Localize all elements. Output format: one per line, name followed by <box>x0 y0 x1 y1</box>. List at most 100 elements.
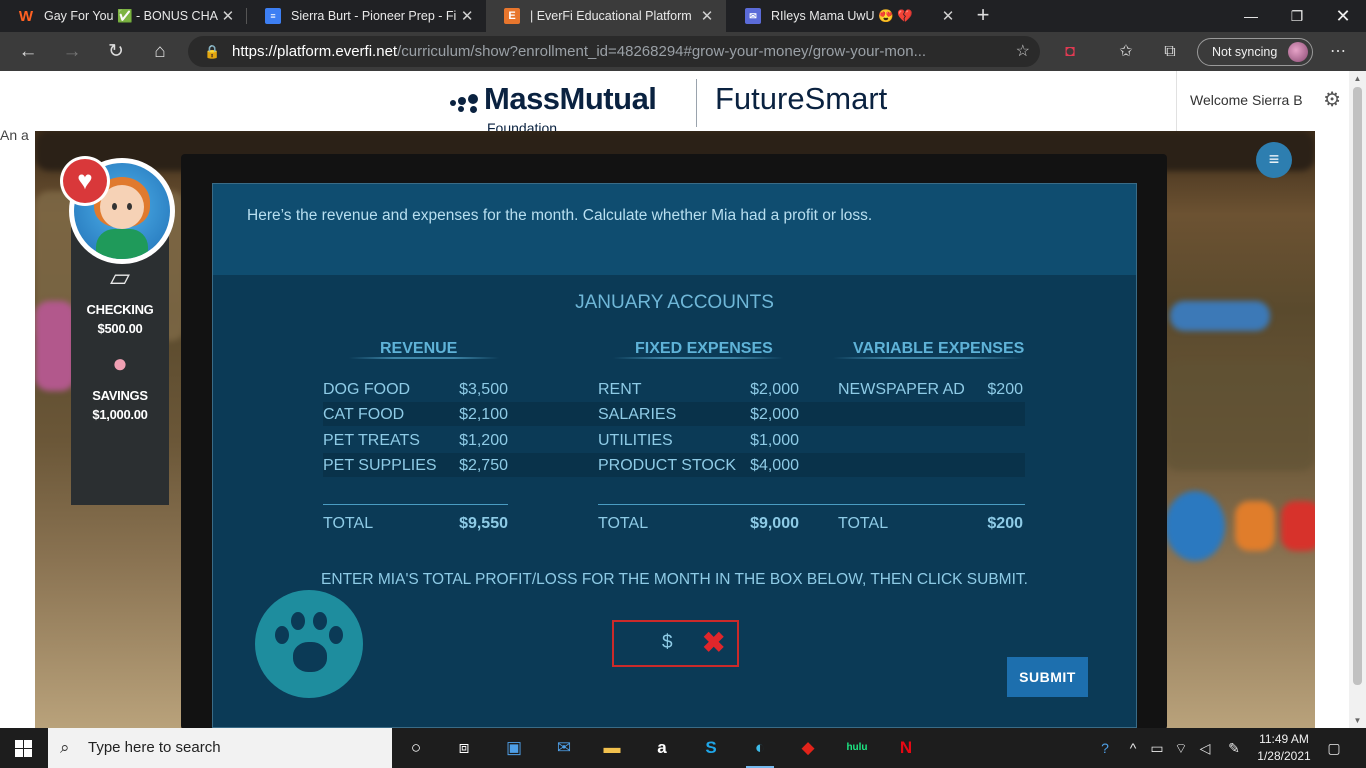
everfi-icon: E <box>504 8 520 24</box>
network-icon[interactable]: ⌔ <box>1170 728 1192 768</box>
address-bar[interactable]: 🔒 https://platform.everfi.net/curriculum… <box>188 36 1040 67</box>
piggy-bank-icon: ● <box>112 348 128 378</box>
home-icon[interactable]: ⌂ <box>144 36 176 68</box>
fixed-expense-label: SALARIES <box>598 406 677 423</box>
variable-expense-value: $200 <box>987 381 1023 398</box>
notifications-icon[interactable]: ▢ <box>1320 728 1348 768</box>
file-explorer-icon[interactable]: ▬ <box>592 732 632 764</box>
close-tab-icon[interactable]: ✕ <box>457 7 477 25</box>
url-host: https://platform.everfi.net <box>232 43 398 60</box>
fixed-expenses-heading: FIXED EXPENSES <box>635 340 773 357</box>
more-menu-icon[interactable]: ⋯ <box>1326 40 1350 64</box>
close-tab-icon[interactable]: ✕ <box>218 7 238 25</box>
hulu-icon[interactable]: hulu <box>837 732 877 764</box>
background-product <box>1281 501 1315 551</box>
background-product <box>1235 501 1275 551</box>
scroll-up-icon[interactable]: ▲ <box>1349 74 1366 83</box>
tab-title: Gay For You ✅ - BONUS CHAPT <box>44 8 218 23</box>
profile-sync-button[interactable]: Not syncing <box>1197 38 1313 66</box>
add-favorite-icon[interactable]: ☆ <box>1016 36 1030 67</box>
background-shelf <box>1165 361 1315 471</box>
collections-icon[interactable]: ⧉ <box>1158 40 1182 64</box>
fixed-expense-label: UTILITIES <box>598 432 673 449</box>
variable-total-label: TOTAL <box>838 515 889 532</box>
browser-tab-mail[interactable]: ✉ RIleys Mama UwU 😍 💔 ✕ <box>727 0 967 32</box>
background-product <box>35 301 75 391</box>
browser-tab-everfi[interactable]: E | EverFi Educational Platform ✕ <box>486 0 726 32</box>
close-window-icon[interactable]: ✕ <box>1320 0 1366 32</box>
accounts-screen: Here’s the revenue and expenses for the … <box>212 183 1137 728</box>
minimize-icon[interactable]: — <box>1228 0 1274 32</box>
variable-expenses-heading: VARIABLE EXPENSES <box>853 340 1025 357</box>
url-path: /curriculum/show?enrollment_id=48268294#… <box>397 43 927 60</box>
hamburger-menu-icon[interactable]: ≡ <box>1256 142 1292 178</box>
pocket-extension-icon[interactable]: ◘ <box>1058 40 1082 64</box>
savings-amount: $1,000.00 <box>92 407 148 422</box>
instruction-text: Here’s the revenue and expenses for the … <box>247 207 873 224</box>
system-clock[interactable]: 11:49 AM 1/28/2021 <box>1254 731 1314 765</box>
revenue-item-label: CAT FOOD <box>323 406 405 423</box>
avatar <box>1288 42 1308 62</box>
revenue-item-value: $2,100 <box>459 406 508 423</box>
windows-taskbar: ⌕ Type here to search ○ ⧈ ▣ ✉ ▬ a S ◐ ◆ … <box>0 728 1366 768</box>
variable-total-value: $200 <box>987 515 1023 532</box>
pen-workspace-icon[interactable]: ✎ <box>1222 728 1246 768</box>
roblox-icon[interactable]: ◆ <box>788 732 828 764</box>
store-icon[interactable]: ▣ <box>494 732 534 764</box>
new-tab-button[interactable]: + <box>970 3 996 29</box>
battery-icon[interactable]: ▭ <box>1146 728 1168 768</box>
help-icon[interactable]: ? <box>1092 728 1118 768</box>
image-alt-text: An a <box>0 127 29 143</box>
close-tab-icon[interactable]: ✕ <box>696 7 718 25</box>
fixed-expense-value: $2,000 <box>750 406 799 423</box>
restore-icon[interactable]: ❐ <box>1274 0 1320 32</box>
task-view-icon[interactable]: ⧈ <box>444 732 484 764</box>
checking-label: CHECKING <box>86 302 154 317</box>
massmutual-futuresmart-logo: MassMutual Foundation FutureSmart <box>448 75 918 136</box>
mail-app-icon[interactable]: ✉ <box>544 732 584 764</box>
revenue-item-label: PET TREATS <box>323 432 420 449</box>
welcome-menu[interactable]: Welcome Sierra B ⚙ <box>1176 71 1349 131</box>
mail-icon: ✉ <box>745 8 761 24</box>
tab-title: | EverFi Educational Platform <box>530 9 692 23</box>
profit-loss-input[interactable] <box>676 630 700 656</box>
clock-date: 1/28/2021 <box>1257 749 1311 763</box>
profit-loss-answer-box[interactable]: $ ✖ <box>612 620 739 667</box>
show-hidden-icons-icon[interactable]: ^ <box>1122 728 1144 768</box>
fixed-expense-value: $1,000 <box>750 432 799 449</box>
forward-icon[interactable]: → <box>56 36 88 68</box>
submit-button[interactable]: SUBMIT <box>1007 657 1088 697</box>
browser-tab-wattpad[interactable]: W Gay For You ✅ - BONUS CHAPT ✕ <box>0 0 246 32</box>
favorites-icon[interactable]: ✩ <box>1114 40 1138 64</box>
cortana-icon[interactable]: ○ <box>396 732 436 764</box>
scroll-down-icon[interactable]: ▼ <box>1349 716 1366 725</box>
background-product <box>1165 491 1225 561</box>
volume-icon[interactable]: ◁ <box>1194 728 1216 768</box>
refresh-icon[interactable]: ↻ <box>100 36 132 68</box>
browser-tab-docs[interactable]: ≡ Sierra Burt - Pioneer Prep - Finan ✕ <box>247 0 485 32</box>
dollar-prefix: $ <box>662 632 673 653</box>
close-tab-icon[interactable]: ✕ <box>937 7 959 25</box>
incorrect-x-icon: ✖ <box>702 627 726 658</box>
revenue-total-label: TOTAL <box>323 515 374 532</box>
wattpad-icon: W <box>18 7 34 25</box>
revenue-item-value: $2,750 <box>459 457 508 474</box>
edge-browser-icon[interactable]: ◐ <box>740 732 780 768</box>
amazon-icon[interactable]: a <box>642 732 682 764</box>
fixed-total-label: TOTAL <box>598 515 649 532</box>
page-scrollbar[interactable]: ▲ ▼ <box>1349 71 1366 728</box>
heart-icon[interactable]: ♥ <box>63 159 107 203</box>
revenue-total-value: $9,550 <box>459 515 508 532</box>
back-icon[interactable]: ← <box>12 36 44 68</box>
windows-start-icon[interactable] <box>0 728 48 768</box>
skype-icon[interactable]: S <box>691 732 731 764</box>
browser-toolbar: ← → ↻ ⌂ 🔒 https://platform.everfi.net/cu… <box>0 32 1366 71</box>
gear-icon[interactable]: ⚙ <box>1323 71 1341 129</box>
revenue-item-label: DOG FOOD <box>323 381 411 398</box>
scrollbar-thumb[interactable] <box>1353 87 1362 685</box>
revenue-item-value: $3,500 <box>459 381 508 398</box>
netflix-icon[interactable]: N <box>886 732 926 764</box>
taskbar-search-box[interactable]: ⌕ Type here to search <box>48 728 392 768</box>
total-divider <box>598 504 1025 505</box>
background-product <box>1170 301 1270 331</box>
